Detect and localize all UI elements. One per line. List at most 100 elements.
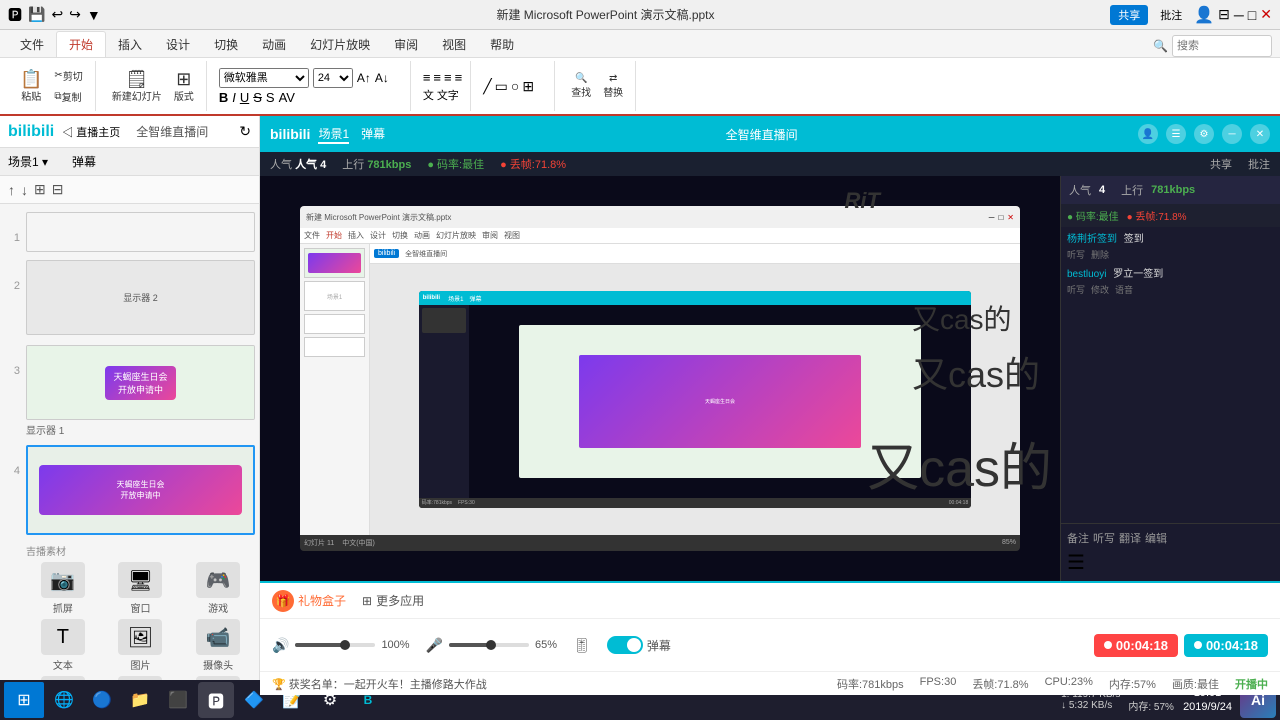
slide-thumb-1[interactable] [26,212,255,252]
gift-btn[interactable]: 🎁 礼物盒子 [272,590,346,612]
shape-line[interactable]: ╱ [483,78,491,95]
minimize-btn[interactable]: ─ [1234,7,1244,23]
share-stat-btn[interactable]: 共享 [1210,156,1232,172]
danmaku-nav[interactable]: 弹幕 [361,125,385,144]
refresh-btn[interactable]: ↻ [239,123,251,140]
justify-btn[interactable]: ≡ [455,70,463,85]
tab-insert[interactable]: 插入 [106,32,154,57]
resource-camera[interactable]: 📹 摄像头 [181,619,255,672]
note-btn[interactable]: 备注 [1067,530,1089,546]
mic-thumb[interactable] [486,640,496,650]
tab-slideshow[interactable]: 幻灯片放映 [298,32,382,57]
danmaku-tab[interactable]: 弹幕 [72,153,96,170]
comment-btn[interactable]: 批注 [1152,5,1190,25]
more-apps-btn[interactable]: ⊞ 更多应用 [362,592,424,609]
delete-btn-1[interactable]: 删除 [1091,249,1109,262]
nested-slide-2[interactable]: 场景1 [304,281,365,311]
slide-thumb-2[interactable]: 显示器 2 [26,260,255,335]
text-direction-btn[interactable]: 文 [423,87,434,103]
audio-btn[interactable]: 听写 [1093,530,1115,546]
tab-transitions[interactable]: 切换 [202,32,250,57]
tab-file[interactable]: 文件 [8,32,56,57]
search-input[interactable] [1172,35,1272,57]
new-slide-btn[interactable]: 🗒 新建幻灯片 [108,68,166,105]
convert-btn[interactable]: 文字 [437,87,459,103]
nested-slide-4[interactable] [304,337,365,357]
shape-rect[interactable]: ▭ [495,78,508,95]
move-down-btn[interactable]: ↓ [21,182,28,198]
scene-tab[interactable]: 场景1 ▾ [8,153,48,170]
align-left-btn[interactable]: ≡ [423,70,431,85]
menu-btn[interactable]: ☰ [1166,124,1186,144]
redo-btn[interactable]: ↪ [69,6,81,23]
maximize-btn[interactable]: □ [1248,7,1256,23]
translate-btn[interactable]: 翻译 [1119,530,1141,546]
bold-btn[interactable]: B [219,90,228,105]
taskbar-powerpoint[interactable]: 🅿 [198,682,234,718]
slide-thumb-4[interactable]: 天蝎座生日会开放申请中 [26,445,255,535]
taskbar-ie[interactable]: 🌐 [46,682,82,718]
paste-btn[interactable]: 📋 粘贴 [16,68,46,105]
ribbon-toggle[interactable]: ⊟ [1218,6,1230,23]
tab-review[interactable]: 审阅 [382,32,430,57]
nested-slide-3[interactable] [304,314,365,334]
user-icon-btn[interactable]: 👤 [1138,124,1158,144]
volume-slider[interactable] [295,643,375,647]
toggle-track[interactable] [607,636,643,654]
scene-nav-1[interactable]: 场景1 [318,125,349,144]
save-btn[interactable]: 💾 [28,6,45,23]
taskbar-file-explorer[interactable]: 📁 [122,682,158,718]
comment-stat-btn[interactable]: 批注 [1248,156,1270,172]
back-icon[interactable]: ◁ 直播主页 [62,124,120,140]
volume-thumb[interactable] [340,640,350,650]
tab-help[interactable]: 帮助 [478,32,526,57]
taskbar-chrome[interactable]: 🔵 [84,682,120,718]
mixer-btn[interactable]: 🎚 [573,637,591,654]
start-btn[interactable]: ⊞ [4,682,44,718]
listen-btn-2[interactable]: 听写 [1067,284,1085,297]
account-icon[interactable]: 👤 [1194,5,1214,25]
layout-btn[interactable]: ⊞ 版式 [170,68,198,105]
align-center-btn[interactable]: ≡ [433,70,441,85]
nested-minimize[interactable]: ─ [989,213,995,222]
nested-maximize[interactable]: □ [998,213,1003,222]
listen-btn-1[interactable]: 听写 [1067,249,1085,262]
share-btn[interactable]: 共享 [1110,5,1148,25]
close-live-btn[interactable]: ✕ [1250,124,1270,144]
sort-btn[interactable]: ⊟ [52,181,64,198]
decrease-font-btn[interactable]: A↓ [375,71,389,85]
timer-blue[interactable]: 00:04:18 [1184,634,1268,657]
nested-close[interactable]: ✕ [1007,213,1014,222]
increase-font-btn[interactable]: A↑ [357,71,371,85]
nested-slide-1[interactable] [304,248,365,278]
tab-view[interactable]: 视图 [430,32,478,57]
taskbar-terminal[interactable]: ⬛ [160,682,196,718]
tab-home[interactable]: 开始 [56,31,106,57]
resource-image[interactable]: 🖼 图片 [104,619,178,672]
slide-thumb-3[interactable]: 天蝎座生日会开放申请中 [26,345,255,420]
replace-btn[interactable]: ⇄ 替换 [599,71,627,101]
mic-slider[interactable] [449,643,529,647]
more-btn[interactable]: ▼ [87,7,101,23]
minimize-live-btn[interactable]: ─ [1222,124,1242,144]
italic-btn[interactable]: I [232,90,236,105]
underline-btn[interactable]: U [240,90,249,105]
tab-design[interactable]: 设计 [154,32,202,57]
close-btn[interactable]: ✕ [1260,6,1272,23]
cut-btn[interactable]: ✂ 剪切 [50,66,86,85]
find-btn[interactable]: 🔍 查找 [567,71,595,101]
edit-right-btn[interactable]: 编辑 [1145,530,1167,546]
shape-more[interactable]: ⊞ [522,78,534,95]
align-right-btn[interactable]: ≡ [444,70,452,85]
tab-animations[interactable]: 动画 [250,32,298,57]
settings-btn[interactable]: ⚙ [1194,124,1214,144]
undo-btn[interactable]: ↩ [51,6,63,23]
resource-game[interactable]: 🎮 游戏 [181,562,255,615]
font-size-select[interactable]: 24 [313,68,353,88]
shape-ellipse[interactable]: ○ [511,78,519,94]
resource-text[interactable]: T 文本 [26,619,100,672]
speak-btn-2[interactable]: 语音 [1115,284,1133,297]
resource-window[interactable]: 🖥 窗口 [104,562,178,615]
move-up-btn[interactable]: ↑ [8,182,15,198]
charspacing-btn[interactable]: AV [279,90,295,105]
